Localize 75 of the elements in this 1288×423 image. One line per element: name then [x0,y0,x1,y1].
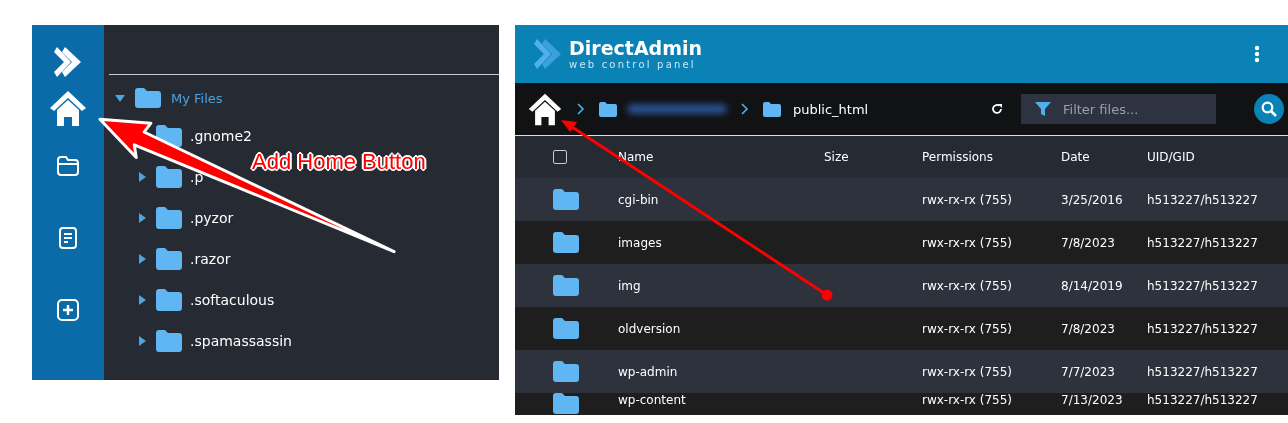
more-options-icon[interactable] [1254,45,1260,63]
table-cell-text: h513227/h513227 [1147,278,1259,293]
table-cell-text: h513227/h513227 [1147,321,1259,336]
annotation-label: Add Home Button [252,149,426,175]
folder-icon [599,101,617,117]
folder-icon [553,275,579,296]
folder-icon [553,232,579,253]
table-cell-text: rwx-rx-rx (755) [922,235,1014,250]
file-name[interactable]: wp-admin [618,364,824,379]
select-all-checkbox[interactable] [553,150,567,164]
tree-item[interactable]: .razor [190,250,231,267]
tree-item[interactable]: .gnome2 [190,127,252,144]
caret-icon[interactable] [139,294,146,305]
folder-icon [156,288,182,311]
document-icon [58,226,78,250]
caret-icon[interactable] [139,212,146,223]
tree-item[interactable]: .softaculous [190,291,275,308]
tree-item[interactable]: .p [190,168,204,185]
file-name[interactable]: cgi-bin [618,192,824,207]
filter-field[interactable]: Filter files... [1021,94,1216,124]
folder-icon [156,165,182,188]
home-icon [48,88,88,128]
folder-icon [553,393,579,414]
folder-icon [553,361,579,382]
file-name[interactable]: oldversion [618,321,824,336]
folder-icon [553,318,579,339]
caret-icon[interactable] [139,335,146,346]
table-cell-text: rwx-rx-rx (755) [922,364,1014,379]
tree-item[interactable]: .spamassassin [190,332,292,349]
search-button[interactable] [1254,94,1284,124]
add-icon [56,298,80,322]
folder-icon [156,247,182,270]
folder-icon [56,155,80,177]
folder-icon [763,101,781,117]
table-cell-text: rwx-rx-rx (755) [922,278,1014,293]
chevron-logo-icon [533,37,563,71]
folder-icon [135,88,161,108]
tree-item[interactable]: My Files [109,87,223,109]
column-header[interactable]: Permissions [922,150,1061,164]
breadcrumb-link[interactable]: public_html [793,101,869,117]
folder-icon [553,189,579,210]
table-cell-text: 3/25/2016 [1061,192,1124,207]
filter-icon [1035,101,1051,117]
table-cell-text: h513227/h513227 [1147,235,1259,250]
folder-icon [156,206,182,229]
brand-tagline: web control panel [569,59,697,70]
column-header[interactable]: Date [1061,150,1147,164]
column-header[interactable]: Name [618,150,824,164]
refresh-icon[interactable] [991,103,1003,115]
tree-item[interactable]: .pyzor [190,209,234,226]
table-cell-text: h513227/h513227 [1147,192,1259,207]
table-cell-text: 7/13/2023 [1061,393,1124,407]
file-name[interactable]: images [618,235,824,250]
table-cell-text: rwx-rx-rx (755) [922,321,1014,336]
file-name[interactable]: wp-content [618,393,824,407]
chevron-icon [741,103,749,115]
table-cell-text: h513227/h513227 [1147,364,1259,379]
chevron-icon [577,103,585,115]
table-cell-text: 8/14/2019 [1061,278,1124,293]
table-cell-text: h513227/h513227 [1147,393,1259,407]
table-cell-text: rwx-rx-rx (755) [922,393,1014,407]
folder-icon [156,329,182,352]
brand-name: DirectAdmin [569,38,703,58]
chevron-logo-icon [53,45,83,79]
table-cell-text: 7/8/2023 [1061,321,1116,336]
search-icon [1261,101,1277,117]
column-header[interactable]: Size [824,150,922,164]
table-cell-text: 7/8/2023 [1061,235,1116,250]
file-name[interactable]: img [618,278,824,293]
caret-icon[interactable] [139,171,146,182]
table-cell-text: rwx-rx-rx (755) [922,192,1014,207]
home-icon[interactable] [527,91,563,127]
table-cell-text: 7/7/2023 [1061,364,1116,379]
column-header[interactable]: UID/GID [1147,150,1288,164]
caret-icon[interactable] [139,253,146,264]
